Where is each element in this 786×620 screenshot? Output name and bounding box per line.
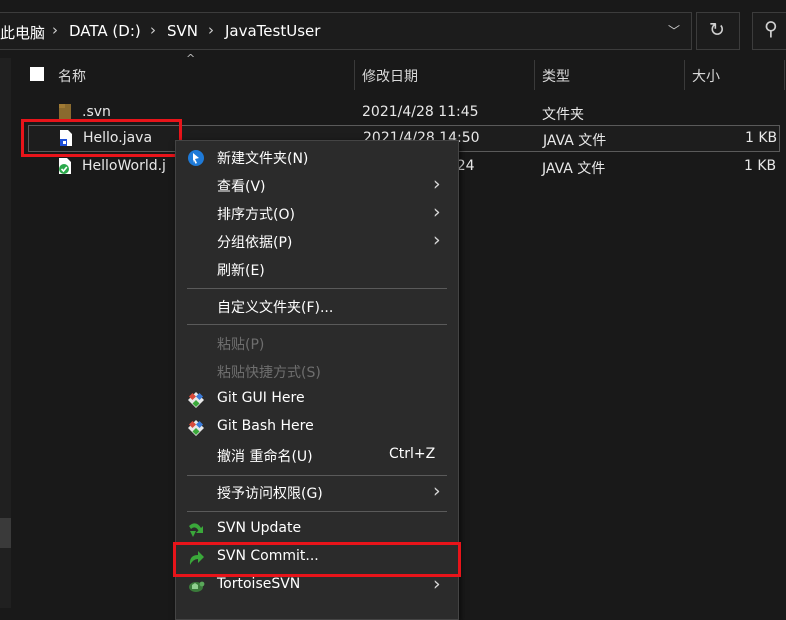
menu-item-group[interactable]: 分组依据(P) › [175,228,459,256]
breadcrumb-chevron-icon[interactable]: › [52,21,58,39]
git-bash-icon [188,420,204,436]
menu-item-grant-access[interactable]: 授予访问权限(G) › [175,479,459,507]
submenu-arrow-icon: › [433,229,441,251]
column-header-date[interactable]: 修改日期 [362,66,418,86]
menu-item-label: 排序方式(O) [217,207,295,223]
menu-separator [187,324,447,325]
menu-item-label: TortoiseSVN [217,576,301,592]
menu-item-sort[interactable]: 排序方式(O) › [175,200,459,228]
git-gui-icon [188,392,204,408]
menu-item-label: 刷新(E) [217,263,265,279]
menu-item-customize-folder[interactable]: 自定义文件夹(F)... [175,293,459,321]
file-date: 2021/4/28 11:45 [362,104,479,120]
menu-item-label: 撤消 重命名(U) [217,449,313,465]
scrollbar-thumb[interactable] [0,518,11,548]
menu-separator [187,288,447,289]
menu-item-git-gui[interactable]: Git GUI Here [175,386,459,414]
sort-ascending-icon: ^ [186,52,196,65]
column-header-size[interactable]: 大小 [692,66,720,86]
search-icon: ⚲ [764,18,778,40]
file-size: 1 KB [744,158,777,174]
menu-item-label: Git GUI Here [217,390,305,406]
column-divider[interactable] [684,60,685,90]
highlight-box [21,119,182,157]
menu-item-svn-update[interactable]: SVN Update [175,516,459,544]
menu-item-label: 粘贴快捷方式(S) [217,365,321,381]
menu-item-undo-rename[interactable]: 撤消 重命名(U) Ctrl+Z [175,442,459,470]
column-header-type[interactable]: 类型 [542,66,570,86]
file-type: JAVA 文件 [543,133,607,149]
column-header-name[interactable]: 名称 [58,66,86,86]
file-name: .svn [82,104,111,120]
menu-separator [187,511,447,512]
select-all-checkbox[interactable] [30,67,44,81]
chevron-down-icon[interactable]: ﹀ [668,22,680,39]
file-type: JAVA 文件 [542,161,606,177]
file-name: HelloWorld.j [82,158,166,174]
submenu-arrow-icon: › [433,201,441,223]
menu-separator [187,475,447,476]
svn-update-icon [189,523,203,537]
breadcrumb-chevron-icon[interactable]: › [150,21,156,39]
column-divider[interactable] [354,60,355,90]
breadcrumb-chevron-icon[interactable]: › [208,21,214,39]
file-type: 文件夹 [542,107,584,123]
menu-item-refresh[interactable]: 刷新(E) [175,256,459,284]
file-size: 1 KB [745,130,778,146]
menu-item-label: 查看(V) [217,179,266,195]
tortoisesvn-icon [189,581,205,592]
breadcrumb-this-pc[interactable]: 此电脑 [0,22,45,43]
breadcrumb-svn[interactable]: SVN [167,22,198,40]
menu-item-paste[interactable]: 粘贴(P) [175,330,459,358]
menu-item-shortcut: Ctrl+Z [389,446,436,462]
column-divider[interactable] [784,60,785,90]
new-folder-icon [188,150,204,166]
java-file-ok-icon [59,158,71,174]
menu-item-label: 授予访问权限(G) [217,486,323,502]
submenu-arrow-icon: › [433,173,441,195]
menu-item-view[interactable]: 查看(V) › [175,172,459,200]
menu-item-label: 粘贴(P) [217,337,265,353]
column-divider[interactable] [534,60,535,90]
refresh-icon: ↻ [709,19,725,41]
submenu-arrow-icon: › [433,480,441,502]
menu-item-new-folder[interactable]: 新建文件夹(N) [175,144,459,172]
menu-item-label: 自定义文件夹(F)... [217,300,334,316]
menu-item-label: 分组依据(P) [217,235,293,251]
menu-item-label: SVN Update [217,520,302,536]
menu-item-paste-shortcut[interactable]: 粘贴快捷方式(S) [175,358,459,386]
breadcrumb-current-folder[interactable]: JavaTestUser [225,22,320,40]
highlight-box [173,542,461,577]
breadcrumb-drive[interactable]: DATA (D:) [69,22,141,40]
menu-item-label: 新建文件夹(N) [217,151,309,167]
menu-item-git-bash[interactable]: Git Bash Here [175,414,459,442]
menu-item-label: Git Bash Here [217,418,314,434]
